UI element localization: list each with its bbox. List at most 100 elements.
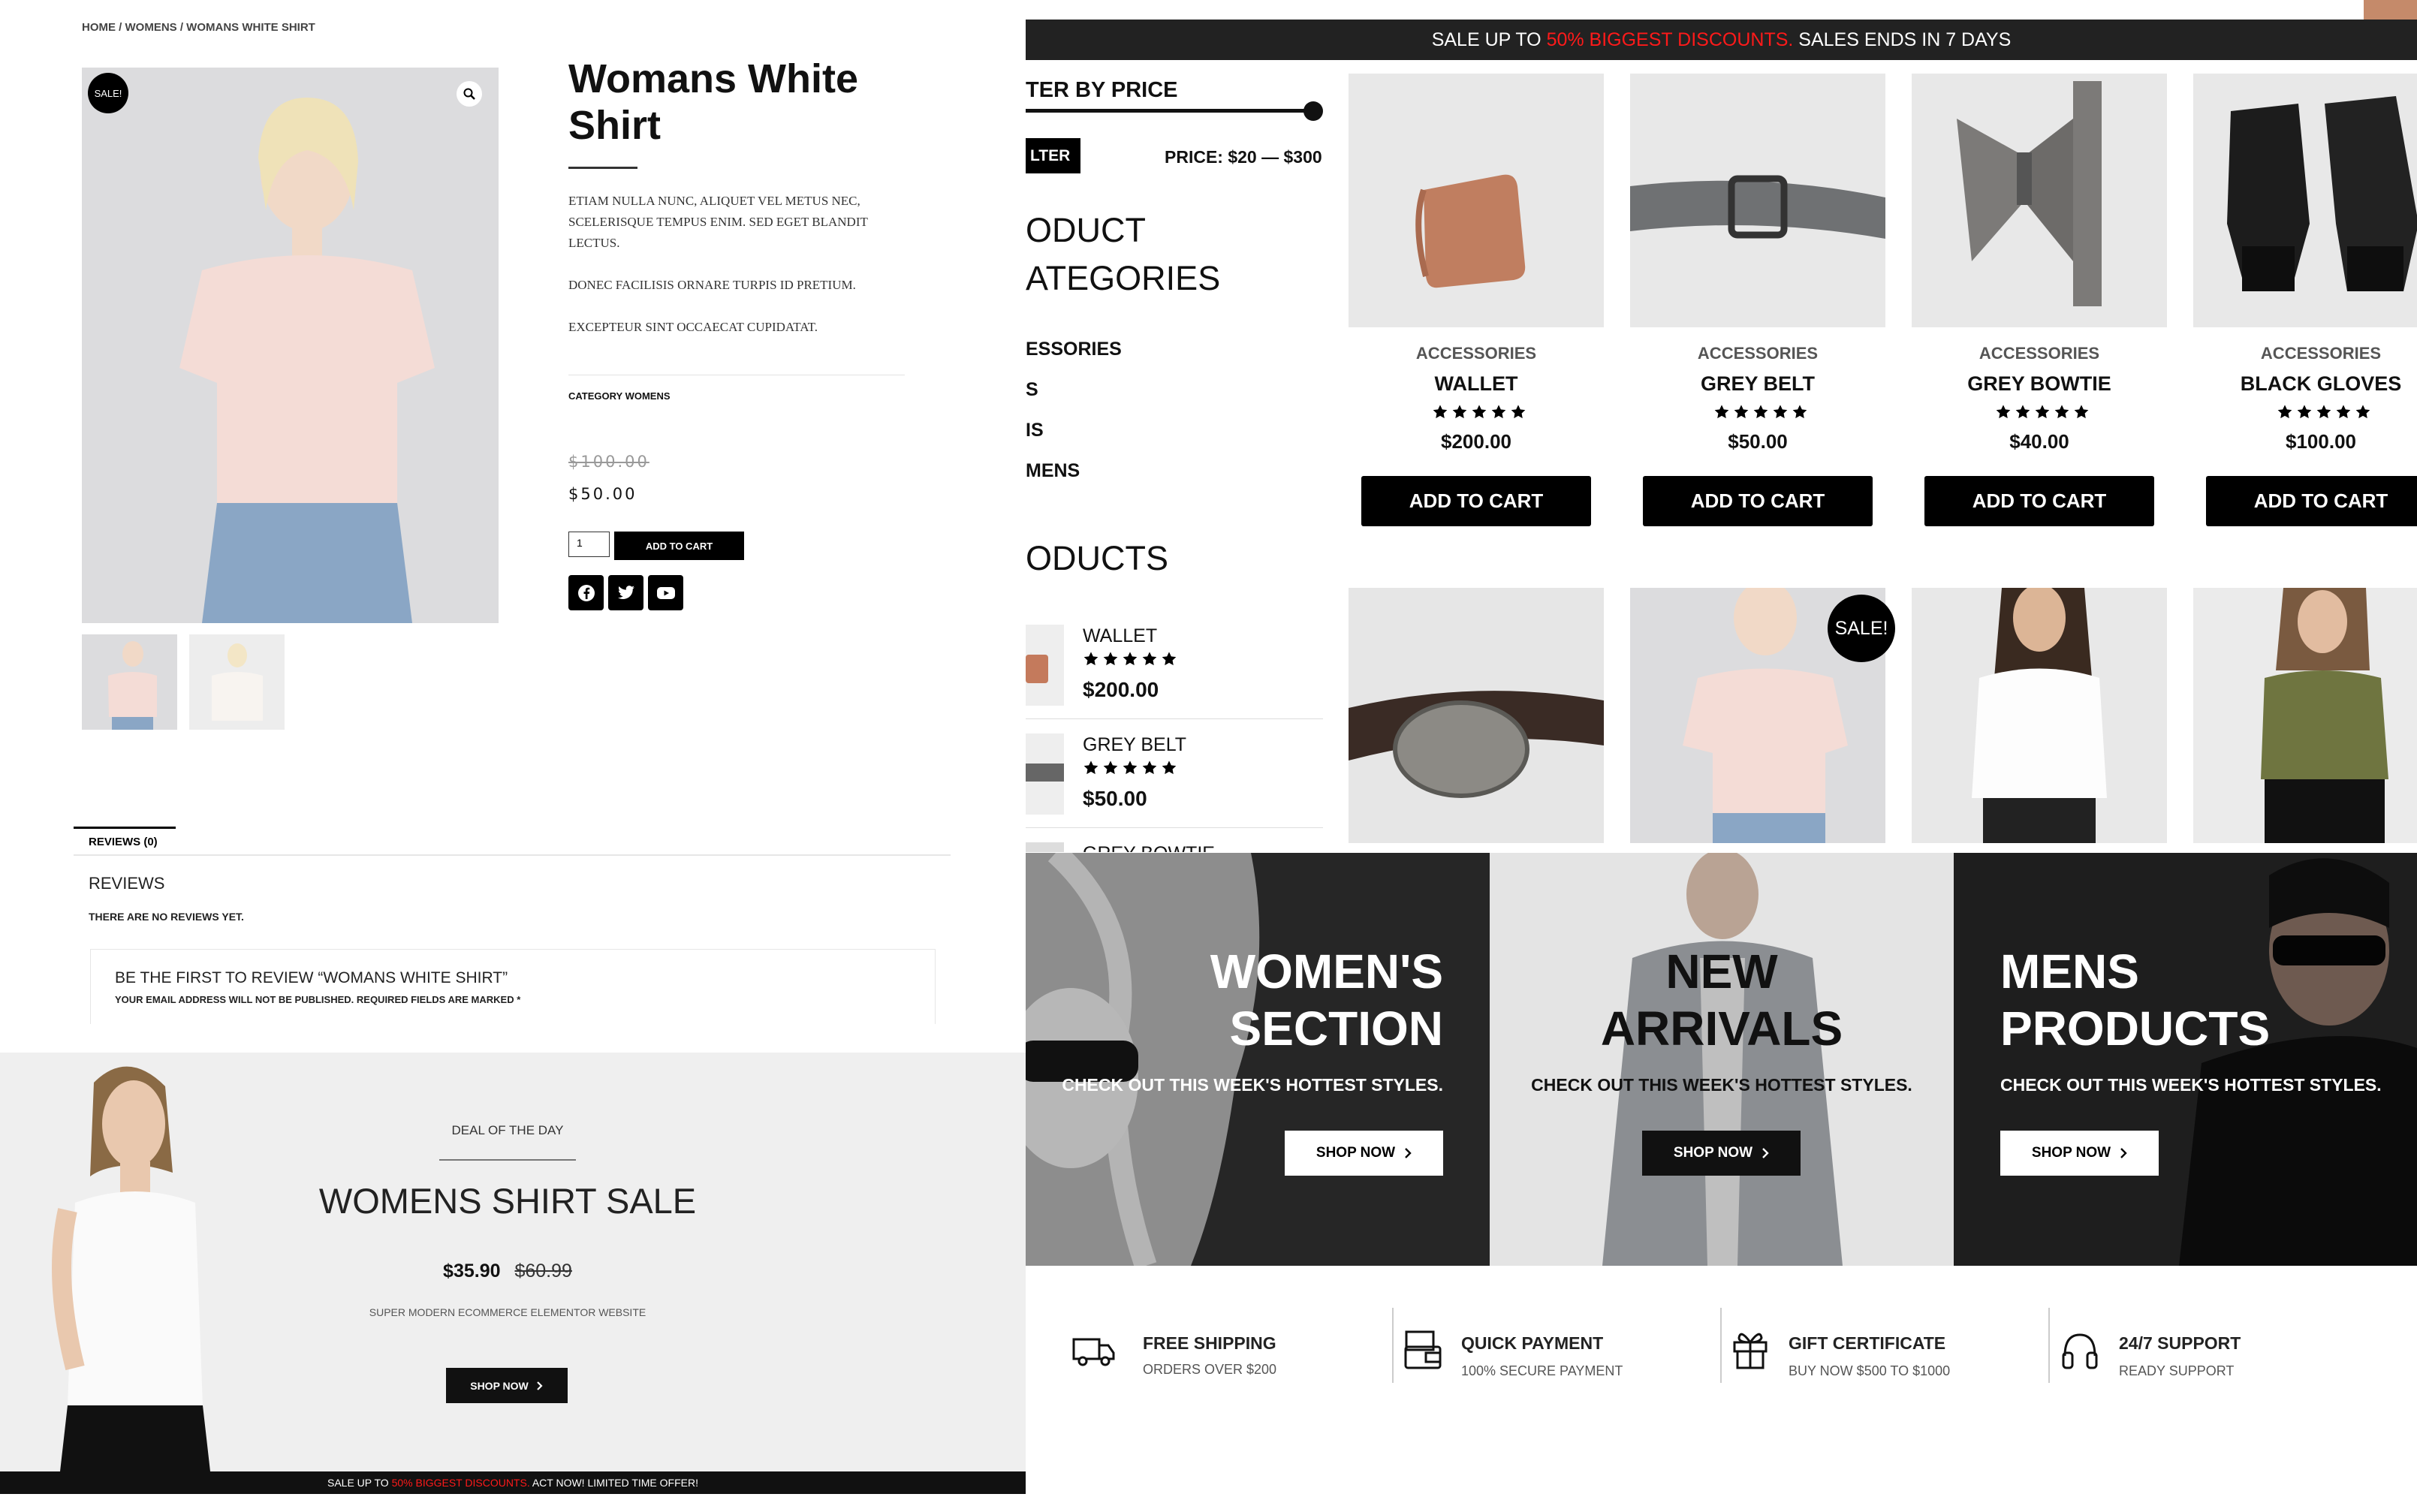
product-thumbnail[interactable] <box>82 634 177 730</box>
category-item[interactable]: IS <box>1026 410 1122 450</box>
feature-divider <box>1392 1308 1394 1383</box>
add-to-cart-button[interactable]: ADD TO CART <box>1643 476 1873 526</box>
banner-title: NEW ARRIVALS <box>1600 944 1843 1056</box>
share-buttons <box>568 575 683 610</box>
facebook-icon[interactable] <box>568 575 604 610</box>
product-description: ETIAM NULLA NUNC, ALIQUET VEL METUS NEC,… <box>568 194 868 334</box>
banner-shop-now-button[interactable]: SHOP NOW <box>1642 1131 1801 1176</box>
product-category[interactable]: CATEGORY WOMENS <box>568 390 671 402</box>
banner-womens-image <box>1026 853 1490 1266</box>
product-main-image[interactable] <box>82 68 499 623</box>
deal-kicker: DEAL OF THE DAY <box>451 1123 564 1137</box>
star-icon <box>1996 405 2011 419</box>
product-name[interactable]: BLACK GLOVES <box>2193 372 2417 396</box>
product-name[interactable]: WALLET <box>1349 372 1604 396</box>
star-icon <box>2297 405 2312 419</box>
list-item[interactable]: GREY BOWTIE <box>1026 841 1323 852</box>
tab-reviews[interactable]: REVIEWS (0) <box>74 827 176 851</box>
twitter-icon[interactable] <box>608 575 643 610</box>
feature-title: FREE SHIPPING <box>1143 1333 1276 1353</box>
banner-new-arrivals[interactable]: NEW ARRIVALS CHECK OUT THIS WEEK'S HOTTE… <box>1490 853 1954 1266</box>
bowtie-thumb <box>1026 842 1064 852</box>
price-slider-handle[interactable] <box>1303 101 1323 121</box>
banner-subtitle: CHECK OUT THIS WEEK'S HOTTEST STYLES. <box>1062 1075 1443 1095</box>
deal-price: $35.90 <box>443 1261 501 1282</box>
add-to-cart-button[interactable]: ADD TO CART <box>2206 476 2417 526</box>
breadcrumb[interactable]: HOME / WOMENS / WOMANS WHITE SHIRT <box>82 21 315 34</box>
wallet-thumb <box>1026 625 1064 706</box>
product-card[interactable]: ACCESSORIES BLACK GLOVES $100.00 ADD TO … <box>2193 74 2417 539</box>
promo-highlight: 50% BIGGEST DISCOUNTS. <box>1546 29 1794 50</box>
star-icon <box>1123 652 1138 666</box>
feature-subtitle: READY SUPPORT <box>2119 1363 2235 1378</box>
rating-stars <box>1995 404 2090 420</box>
product-card[interactable]: ACCESSORIES GREY BELT $50.00 ADD TO CART <box>1630 74 1885 539</box>
chevron-right-icon <box>536 1381 543 1390</box>
product-price: $40.00 <box>2009 430 2069 453</box>
star-icon <box>1452 405 1467 419</box>
category-item[interactable]: ESSORIES <box>1026 329 1122 369</box>
feature-free-shipping: FREE SHIPPING ORDERS OVER $200 <box>1071 1318 1386 1393</box>
product-grid: ACCESSORIES WALLET $200.00 ADD TO CART A… <box>1349 74 2417 847</box>
add-to-cart-button[interactable]: ADD TO CART <box>1361 476 1591 526</box>
star-icon <box>2074 405 2089 419</box>
star-icon <box>2355 405 2370 419</box>
product-name[interactable]: GREY BOWTIE <box>1912 372 2167 396</box>
product-image-grey-belt[interactable] <box>1630 74 1885 327</box>
product-category[interactable]: ACCESSORIES <box>1349 344 1604 363</box>
add-to-cart-button[interactable]: ADD TO CART <box>1924 476 2154 526</box>
list-item[interactable]: WALLET $200.00 <box>1026 623 1323 719</box>
star-icon <box>1753 405 1768 419</box>
product-card[interactable]: ACCESSORIES WALLET $200.00 ADD TO CART <box>1349 74 1604 539</box>
youtube-icon[interactable] <box>648 575 683 610</box>
star-icon <box>2054 405 2069 419</box>
star-icon <box>1433 405 1448 419</box>
price-slider-track[interactable] <box>1026 109 1314 113</box>
list-item-price: $200.00 <box>1083 678 1159 701</box>
product-image-denim-belt[interactable] <box>1349 588 1604 843</box>
feature-divider <box>1720 1308 1722 1383</box>
product-price: $50.00 <box>568 485 637 503</box>
deal-old-price: $60.99 <box>514 1261 572 1282</box>
category-item[interactable]: MENS <box>1026 450 1122 491</box>
banner-subtitle: CHECK OUT THIS WEEK'S HOTTEST STYLES. <box>1531 1075 1912 1095</box>
headphones-icon <box>2062 1333 2098 1369</box>
product-image-olive-tee[interactable] <box>2193 588 2417 843</box>
product-category[interactable]: ACCESSORIES <box>1630 344 1885 363</box>
product-image-black-gloves[interactable] <box>2193 74 2417 327</box>
product-category[interactable]: ACCESSORIES <box>2193 344 2417 363</box>
quantity-input[interactable]: 1 <box>568 532 610 557</box>
product-image-wallet[interactable] <box>1349 74 1604 327</box>
rating-stars <box>1432 404 1526 420</box>
feature-title: GIFT CERTIFICATE <box>1789 1333 1946 1353</box>
product-image-grey-bowtie[interactable] <box>1912 74 2167 327</box>
product-price: $200.00 <box>1441 430 1511 453</box>
banner-shop-now-button[interactable]: SHOP NOW <box>2000 1131 2159 1176</box>
banner-shop-now-button[interactable]: SHOP NOW <box>1285 1131 1443 1176</box>
chevron-right-icon <box>1405 1148 1412 1158</box>
product-thumbnail[interactable] <box>189 634 285 730</box>
zoom-icon[interactable] <box>457 81 482 107</box>
review-form-note: YOUR EMAIL ADDRESS WILL NOT BE PUBLISHED… <box>115 994 521 1005</box>
categories-title: ODUCT ATEGORIES <box>1026 211 1221 297</box>
products-widget-title: ODUCTS <box>1026 539 1168 577</box>
category-list: ESSORIES S IS MENS <box>1026 329 1122 491</box>
product-card[interactable]: ACCESSORIES GREY BOWTIE $40.00 ADD TO CA… <box>1912 74 2167 539</box>
list-item[interactable]: GREY BELT $50.00 <box>1026 732 1323 828</box>
product-name[interactable]: GREY BELT <box>1630 372 1885 396</box>
banner-mens[interactable]: MENS PRODUCTS CHECK OUT THIS WEEK'S HOTT… <box>1954 853 2417 1266</box>
add-to-cart-button[interactable]: ADD TO CART <box>614 532 744 560</box>
filter-button[interactable]: LTER <box>1026 138 1080 173</box>
banner-womens[interactable]: WOMEN'S SECTION CHECK OUT THIS WEEK'S HO… <box>1026 853 1490 1266</box>
star-icon <box>1142 652 1157 666</box>
deal-model-image <box>52 1066 210 1471</box>
product-category[interactable]: ACCESSORIES <box>1912 344 2167 363</box>
feature-title: 24/7 SUPPORT <box>2119 1333 2241 1353</box>
product-title: Womans White Shirt <box>568 56 859 148</box>
banner-new-arrivals-image <box>1490 853 1954 1266</box>
product-image-white-tee[interactable] <box>1912 588 2167 843</box>
deal-shop-now-button[interactable]: SHOP NOW <box>446 1368 568 1403</box>
category-item[interactable]: S <box>1026 369 1122 410</box>
chevron-right-icon <box>2120 1148 2127 1158</box>
star-icon <box>1083 761 1098 775</box>
